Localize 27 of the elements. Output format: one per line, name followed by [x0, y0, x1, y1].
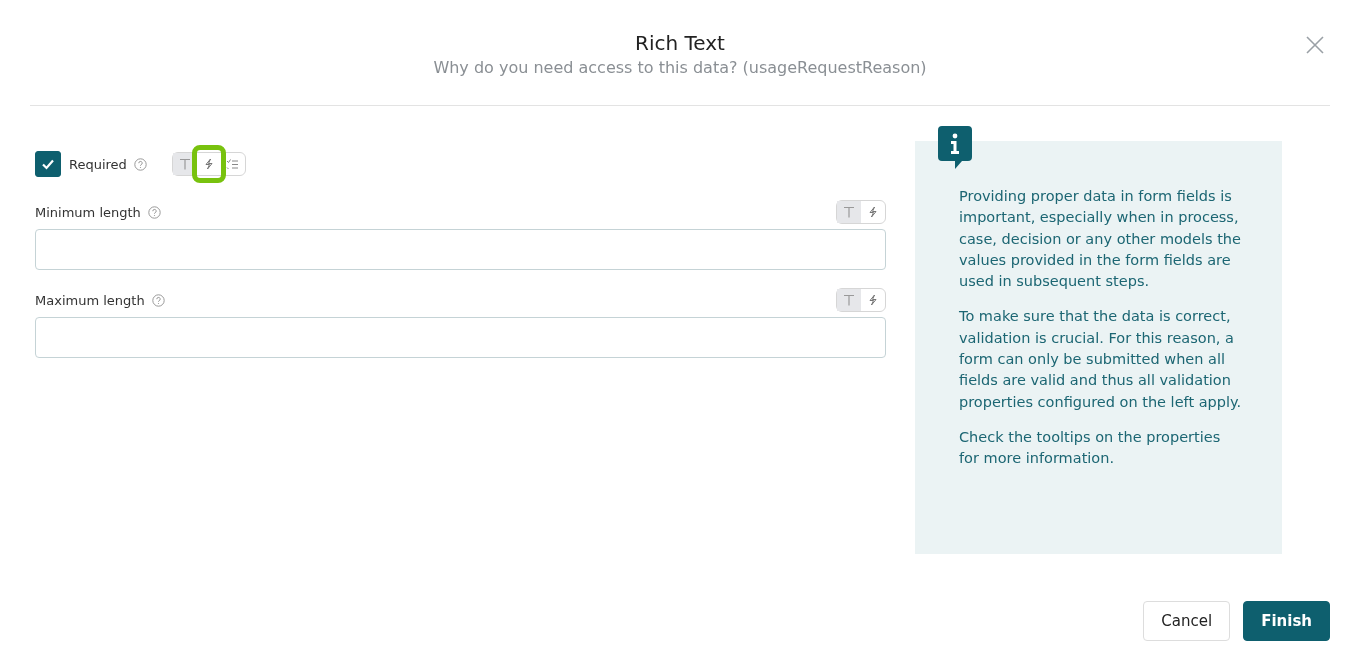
info-paragraph: Check the tooltips on the properties for more information.: [959, 427, 1222, 469]
required-label: Required: [69, 156, 127, 172]
finish-button[interactable]: Finish: [1243, 601, 1330, 641]
info-icon: [938, 126, 972, 170]
text-mode-toggle[interactable]: [837, 289, 861, 311]
required-checkbox[interactable]: [35, 151, 61, 177]
cancel-button[interactable]: Cancel: [1143, 601, 1231, 641]
help-icon[interactable]: [147, 205, 161, 219]
dialog-subtitle: Why do you need access to this data? (usageRequestReason): [433, 58, 927, 78]
lightning-icon: [867, 294, 879, 306]
dialog-title: Rich Text: [634, 30, 726, 56]
text-t-icon: [843, 294, 855, 306]
text-mode-toggle[interactable]: [837, 201, 861, 223]
length-input-field[interactable]: [35, 229, 886, 270]
info-paragraph: To make sure that the data is correct, validation is crucial. For this reason, a form can only be submitted when all fields are valid and thus all validation properties configured on the left apply.: [959, 307, 1242, 412]
info-paragraph: Providing proper data in form fields is important, especially when in process, case, decision or any other models the values provided in the form fields are used in subsequent steps.: [959, 187, 1242, 292]
lightning-icon: [867, 206, 879, 218]
text-t-icon: [178, 158, 191, 170]
text-t-icon: [843, 206, 855, 218]
field-label: Maximum length: [35, 292, 145, 308]
checklist-icon: [226, 158, 240, 170]
lightning-icon: [202, 158, 215, 170]
field-label: Minimum length: [35, 204, 141, 220]
help-icon[interactable]: [133, 157, 147, 171]
length-input-field[interactable]: [35, 317, 886, 358]
help-icon[interactable]: [151, 293, 165, 307]
close-icon[interactable]: [1306, 36, 1324, 54]
